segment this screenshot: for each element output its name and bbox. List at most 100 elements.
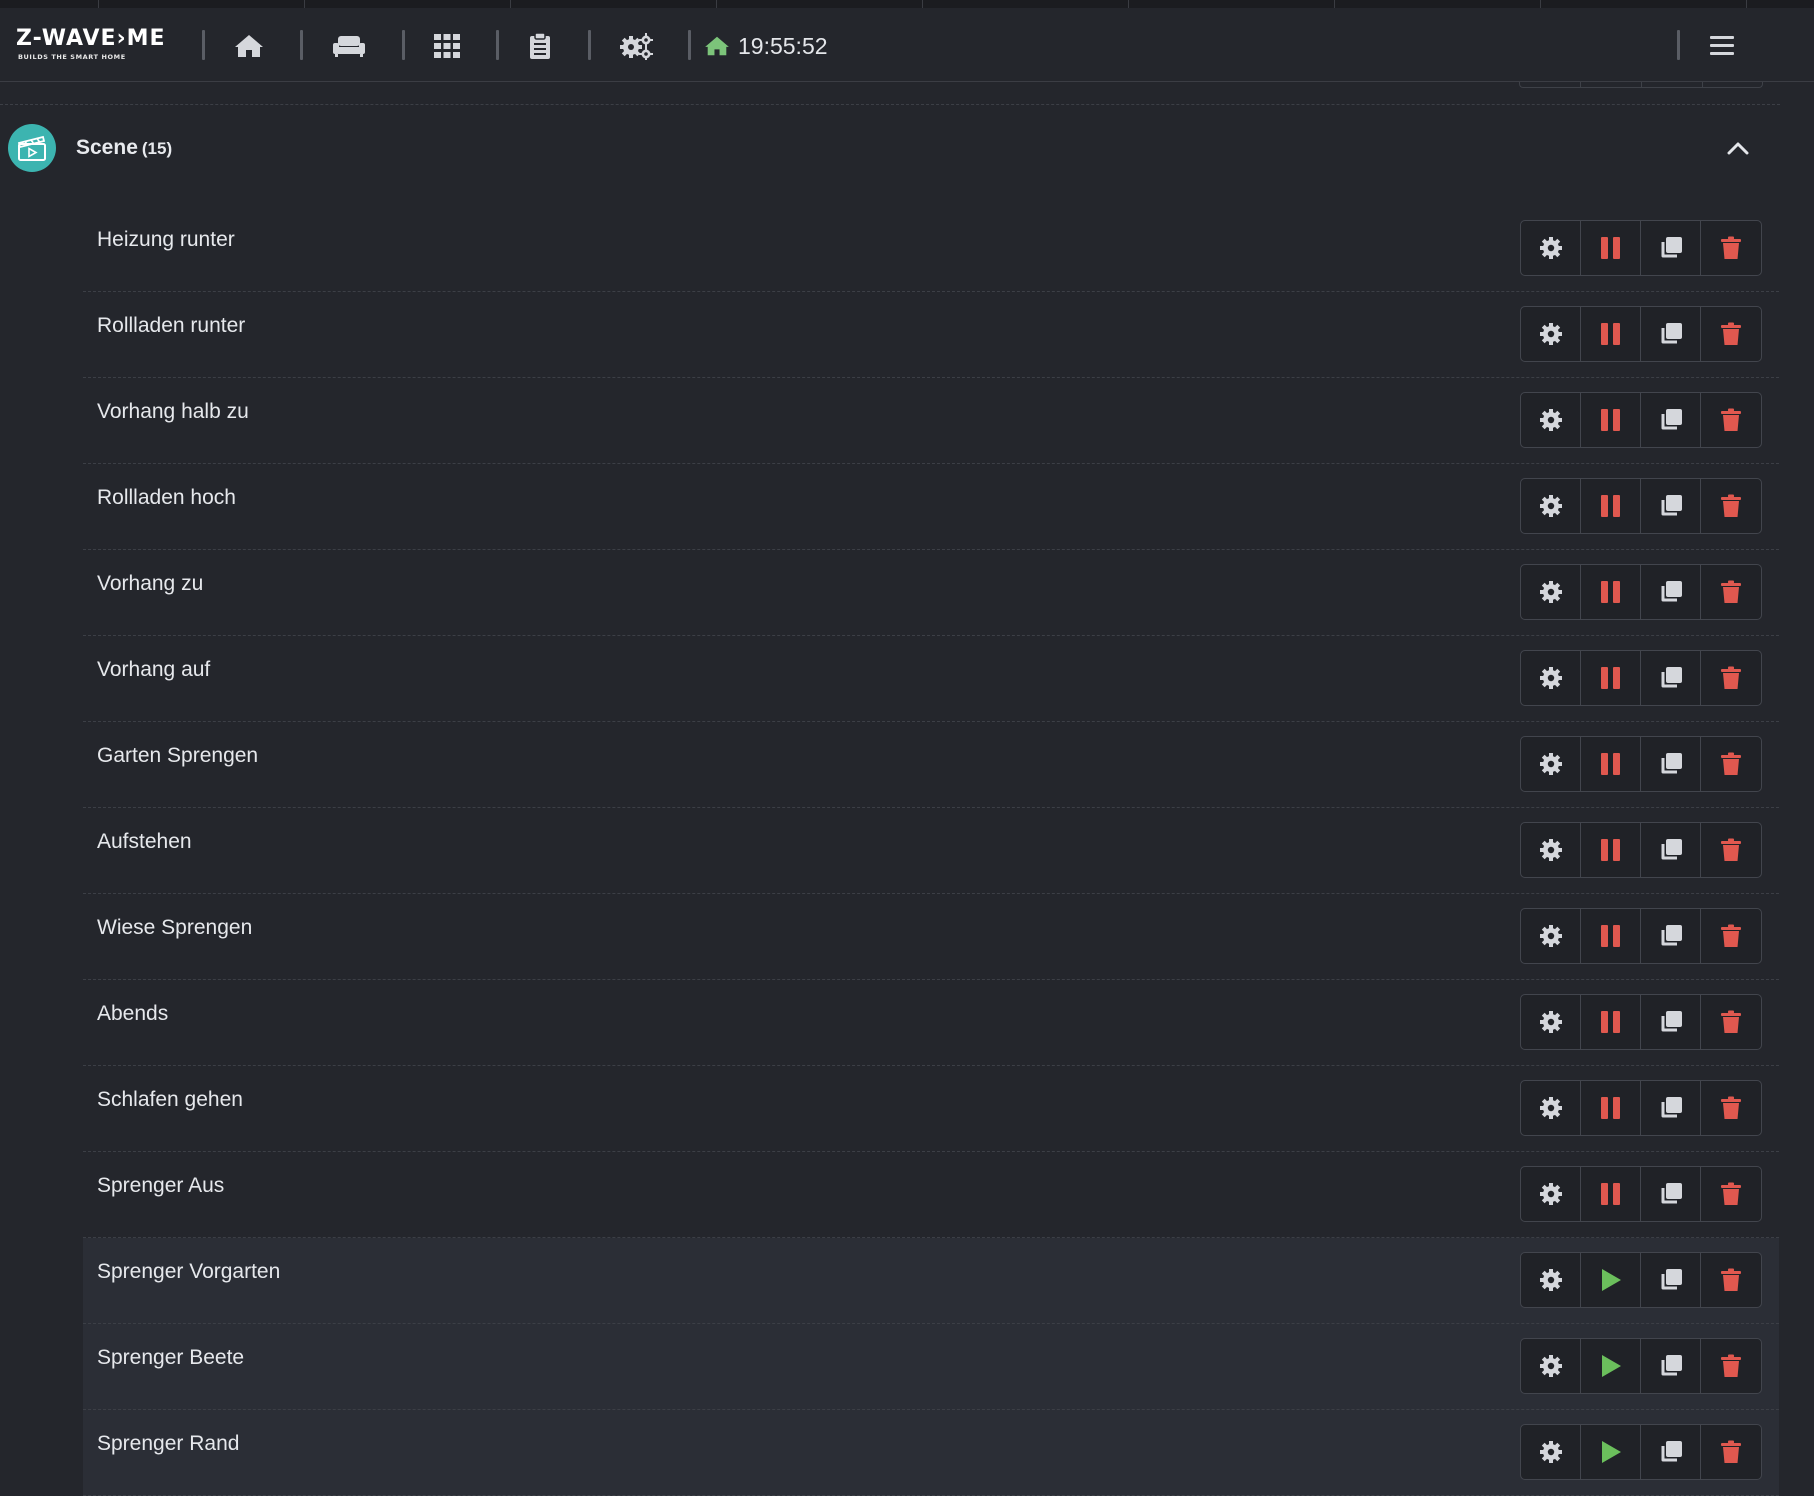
scene-section-header[interactable]: Scene (15) xyxy=(0,112,1780,184)
scene-name[interactable]: Rollladen hoch xyxy=(97,486,236,510)
trash-icon xyxy=(1721,1182,1741,1205)
scene-delete-button[interactable] xyxy=(1701,909,1761,963)
nav-elements-button[interactable] xyxy=(427,30,467,62)
scene-deactivate-button[interactable] xyxy=(1581,307,1641,361)
scene-duplicate-button[interactable] xyxy=(1641,909,1701,963)
scene-delete-button[interactable] xyxy=(1701,307,1761,361)
scene-name[interactable]: Vorhang halb zu xyxy=(97,400,249,424)
scene-name[interactable]: Rollladen runter xyxy=(97,314,245,338)
scene-name[interactable]: Sprenger Rand xyxy=(97,1432,239,1456)
logo[interactable]: Z-WAVE›ME BUILDS THE SMART HOME xyxy=(16,28,166,68)
scene-delete-button[interactable] xyxy=(1701,393,1761,447)
pause-icon xyxy=(1600,839,1620,861)
scene-settings-button[interactable] xyxy=(1521,1253,1581,1307)
scene-settings-button[interactable] xyxy=(1521,823,1581,877)
trash-icon xyxy=(1721,752,1741,775)
scene-delete-button[interactable] xyxy=(1701,1339,1761,1393)
copy-icon xyxy=(1661,925,1682,946)
scene-actions xyxy=(1520,564,1762,620)
scene-activate-button[interactable] xyxy=(1581,1339,1641,1393)
scene-duplicate-button[interactable] xyxy=(1641,565,1701,619)
trash-icon xyxy=(1721,666,1741,689)
scene-duplicate-button[interactable] xyxy=(1641,221,1701,275)
scene-settings-button[interactable] xyxy=(1521,393,1581,447)
scene-name[interactable]: Vorhang auf xyxy=(97,658,210,682)
collapse-button[interactable] xyxy=(1722,134,1754,162)
scene-name[interactable]: Sprenger Vorgarten xyxy=(97,1260,280,1284)
scene-duplicate-button[interactable] xyxy=(1641,1167,1701,1221)
nav-settings-button[interactable] xyxy=(616,30,656,62)
scene-deactivate-button[interactable] xyxy=(1581,1081,1641,1135)
scene-duplicate-button[interactable] xyxy=(1641,1425,1701,1479)
scene-name[interactable]: Garten Sprengen xyxy=(97,744,258,768)
scene-name[interactable]: Sprenger Beete xyxy=(97,1346,244,1370)
scene-duplicate-button[interactable] xyxy=(1641,1339,1701,1393)
scene-name[interactable]: Wiese Sprengen xyxy=(97,916,252,940)
scene-actions xyxy=(1520,478,1762,534)
scene-settings-button[interactable] xyxy=(1521,1081,1581,1135)
scene-duplicate-button[interactable] xyxy=(1641,737,1701,791)
gear-icon xyxy=(1539,1183,1562,1205)
nav-events-button[interactable] xyxy=(520,30,560,62)
scene-deactivate-button[interactable] xyxy=(1581,479,1641,533)
scene-deactivate-button[interactable] xyxy=(1581,651,1641,705)
scene-delete-button[interactable] xyxy=(1701,221,1761,275)
scene-deactivate-button[interactable] xyxy=(1581,909,1641,963)
scene-delete-button[interactable] xyxy=(1701,1167,1761,1221)
scene-name[interactable]: Vorhang zu xyxy=(97,572,203,596)
scene-activate-button[interactable] xyxy=(1581,1253,1641,1307)
scene-duplicate-button[interactable] xyxy=(1641,995,1701,1049)
main-menu-button[interactable] xyxy=(1702,30,1742,62)
scene-deactivate-button[interactable] xyxy=(1581,393,1641,447)
previous-row-buttons xyxy=(1519,82,1763,88)
gear-icon xyxy=(1539,495,1562,517)
scene-delete-button[interactable] xyxy=(1701,1253,1761,1307)
scene-duplicate-button[interactable] xyxy=(1641,479,1701,533)
scene-settings-button[interactable] xyxy=(1521,651,1581,705)
scene-duplicate-button[interactable] xyxy=(1641,1253,1701,1307)
scene-delete-button[interactable] xyxy=(1701,1081,1761,1135)
pause-icon xyxy=(1600,495,1620,517)
scene-delete-button[interactable] xyxy=(1701,565,1761,619)
scene-delete-button[interactable] xyxy=(1701,479,1761,533)
scene-duplicate-button[interactable] xyxy=(1641,651,1701,705)
section-title-text: Scene xyxy=(76,136,138,159)
scene-settings-button[interactable] xyxy=(1521,909,1581,963)
scene-settings-button[interactable] xyxy=(1521,221,1581,275)
scene-settings-button[interactable] xyxy=(1521,479,1581,533)
scene-deactivate-button[interactable] xyxy=(1581,737,1641,791)
play-icon xyxy=(1601,1355,1621,1377)
scene-name[interactable]: Abends xyxy=(97,1002,168,1026)
scene-deactivate-button[interactable] xyxy=(1581,995,1641,1049)
scene-duplicate-button[interactable] xyxy=(1641,307,1701,361)
scene-delete-button[interactable] xyxy=(1701,737,1761,791)
scene-name[interactable]: Sprenger Aus xyxy=(97,1174,224,1198)
scene-settings-button[interactable] xyxy=(1521,565,1581,619)
scene-settings-button[interactable] xyxy=(1521,1425,1581,1479)
scene-name[interactable]: Schlafen gehen xyxy=(97,1088,243,1112)
scene-delete-button[interactable] xyxy=(1701,995,1761,1049)
scene-settings-button[interactable] xyxy=(1521,737,1581,791)
gear-icon xyxy=(1539,1355,1562,1377)
scene-deactivate-button[interactable] xyxy=(1581,1167,1641,1221)
scene-actions xyxy=(1520,650,1762,706)
scene-settings-button[interactable] xyxy=(1521,1167,1581,1221)
scene-delete-button[interactable] xyxy=(1701,651,1761,705)
scene-activate-button[interactable] xyxy=(1581,1425,1641,1479)
scene-deactivate-button[interactable] xyxy=(1581,823,1641,877)
scene-name[interactable]: Aufstehen xyxy=(97,830,192,854)
scene-settings-button[interactable] xyxy=(1521,995,1581,1049)
scene-settings-button[interactable] xyxy=(1521,307,1581,361)
scene-delete-button[interactable] xyxy=(1701,823,1761,877)
scene-duplicate-button[interactable] xyxy=(1641,823,1701,877)
scene-deactivate-button[interactable] xyxy=(1581,221,1641,275)
copy-icon xyxy=(1661,667,1682,688)
nav-home-button[interactable] xyxy=(229,30,269,62)
scene-settings-button[interactable] xyxy=(1521,1339,1581,1393)
scene-duplicate-button[interactable] xyxy=(1641,393,1701,447)
nav-rooms-button[interactable] xyxy=(329,30,369,62)
scene-deactivate-button[interactable] xyxy=(1581,565,1641,619)
scene-duplicate-button[interactable] xyxy=(1641,1081,1701,1135)
scene-delete-button[interactable] xyxy=(1701,1425,1761,1479)
scene-name[interactable]: Heizung runter xyxy=(97,228,235,252)
